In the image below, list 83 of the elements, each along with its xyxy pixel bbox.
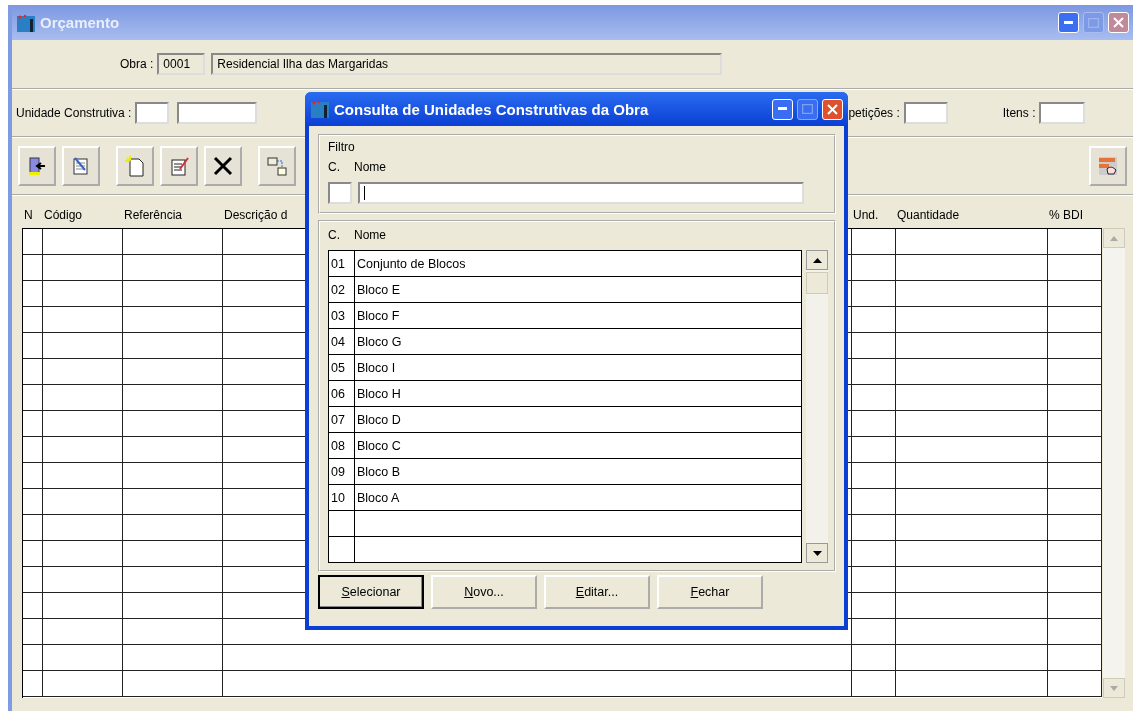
window-title: Orçamento bbox=[40, 14, 121, 31]
scroll-thumb[interactable] bbox=[806, 272, 828, 294]
column-header: N bbox=[23, 208, 34, 222]
field-label: Unidade Construtiva : bbox=[16, 106, 132, 120]
code-field[interactable] bbox=[328, 182, 352, 204]
column-header: Referência bbox=[123, 208, 184, 222]
name-cell[interactable]: Bloco C bbox=[355, 433, 802, 459]
down-arrow-icon bbox=[1110, 685, 1118, 691]
scrollbar[interactable] bbox=[1103, 228, 1125, 698]
down-arrow-icon bbox=[812, 550, 822, 556]
field-label: Obra : bbox=[120, 57, 154, 71]
field-label: petições : bbox=[848, 106, 900, 120]
close-icon bbox=[1113, 17, 1124, 28]
count-field[interactable] bbox=[1039, 102, 1086, 124]
minimize-button[interactable] bbox=[772, 98, 793, 120]
name-field[interactable] bbox=[358, 182, 804, 204]
toolbar-button[interactable] bbox=[18, 146, 56, 186]
window-title: Consulta de Unidades Construtivas da Obra bbox=[334, 100, 650, 118]
code-cell[interactable]: 04 bbox=[329, 329, 355, 355]
dialog-button[interactable]: Editar... bbox=[544, 575, 650, 609]
column-header: Descrição d bbox=[223, 208, 289, 222]
column-header: Código bbox=[43, 208, 84, 222]
code-cell[interactable]: 01 bbox=[329, 251, 355, 277]
name-cell[interactable]: Bloco A bbox=[355, 485, 802, 511]
brick-wall-icon bbox=[1097, 155, 1119, 177]
code-cell[interactable]: 03 bbox=[329, 303, 355, 329]
notepad-pencil-icon bbox=[168, 155, 190, 177]
column-header: Und. bbox=[852, 208, 880, 222]
text-cursor bbox=[364, 186, 365, 200]
up-arrow-icon bbox=[1110, 235, 1118, 241]
code-cell[interactable]: 07 bbox=[329, 407, 355, 433]
code-field[interactable] bbox=[135, 102, 170, 124]
x-icon bbox=[212, 155, 234, 177]
group-legend: Filtro bbox=[328, 140, 355, 154]
name-cell[interactable]: Bloco F bbox=[355, 303, 802, 329]
minimize-button[interactable] bbox=[1058, 12, 1079, 33]
window-icon bbox=[16, 12, 36, 33]
up-arrow-icon bbox=[812, 257, 822, 263]
code-cell[interactable]: 02 bbox=[329, 277, 355, 303]
close-button[interactable] bbox=[1108, 12, 1129, 33]
maximize-button[interactable] bbox=[797, 98, 818, 120]
name-cell[interactable]: Bloco G bbox=[355, 329, 802, 355]
maximize-icon bbox=[1088, 17, 1099, 28]
minimize-icon bbox=[1064, 20, 1073, 25]
name-cell[interactable]: Bloco H bbox=[355, 381, 802, 407]
minimize-icon bbox=[778, 107, 787, 111]
code-field[interactable]: 0001 bbox=[157, 53, 206, 75]
field-label: C. bbox=[328, 160, 340, 176]
table-cell[interactable] bbox=[329, 511, 355, 537]
field-label: Nome bbox=[354, 160, 386, 176]
name-cell[interactable]: Bloco B bbox=[355, 459, 802, 485]
exit-door-icon bbox=[26, 155, 48, 177]
code-cell[interactable]: 06 bbox=[329, 381, 355, 407]
dialog-button[interactable]: Selecionar bbox=[318, 575, 424, 609]
scrollbar[interactable] bbox=[806, 250, 828, 563]
name-cell[interactable]: Bloco I bbox=[355, 355, 802, 381]
code-cell[interactable]: 10 bbox=[329, 485, 355, 511]
table-cell[interactable] bbox=[355, 537, 802, 563]
toolbar-button[interactable] bbox=[204, 146, 242, 186]
window-icon bbox=[310, 99, 330, 119]
code-cell[interactable]: 08 bbox=[329, 433, 355, 459]
name-cell[interactable]: Bloco E bbox=[355, 277, 802, 303]
close-icon bbox=[827, 103, 838, 115]
dialog-button[interactable]: Fechar bbox=[657, 575, 763, 609]
close-button[interactable] bbox=[822, 98, 843, 120]
column-header: Nome bbox=[354, 228, 386, 244]
name-field[interactable] bbox=[177, 102, 258, 124]
table-cell[interactable] bbox=[355, 511, 802, 537]
folders-icon bbox=[266, 155, 288, 177]
count-field[interactable] bbox=[903, 102, 948, 124]
code-cell[interactable]: 05 bbox=[329, 355, 355, 381]
field-label: Itens : bbox=[1002, 106, 1036, 120]
name-cell[interactable]: Bloco D bbox=[355, 407, 802, 433]
table-cell[interactable] bbox=[329, 537, 355, 563]
column-header: C. bbox=[328, 228, 340, 244]
column-header: Quantidade bbox=[896, 208, 961, 222]
new-document-icon bbox=[124, 155, 146, 177]
maximize-icon bbox=[802, 104, 813, 114]
name-cell[interactable]: Conjunto de Blocos bbox=[355, 251, 802, 277]
name-field[interactable]: Residencial Ilha das Margaridas bbox=[211, 53, 723, 75]
dialog-button[interactable]: Novo... bbox=[431, 575, 537, 609]
code-cell[interactable]: 09 bbox=[329, 459, 355, 485]
column-header: % BDI bbox=[1048, 208, 1084, 222]
